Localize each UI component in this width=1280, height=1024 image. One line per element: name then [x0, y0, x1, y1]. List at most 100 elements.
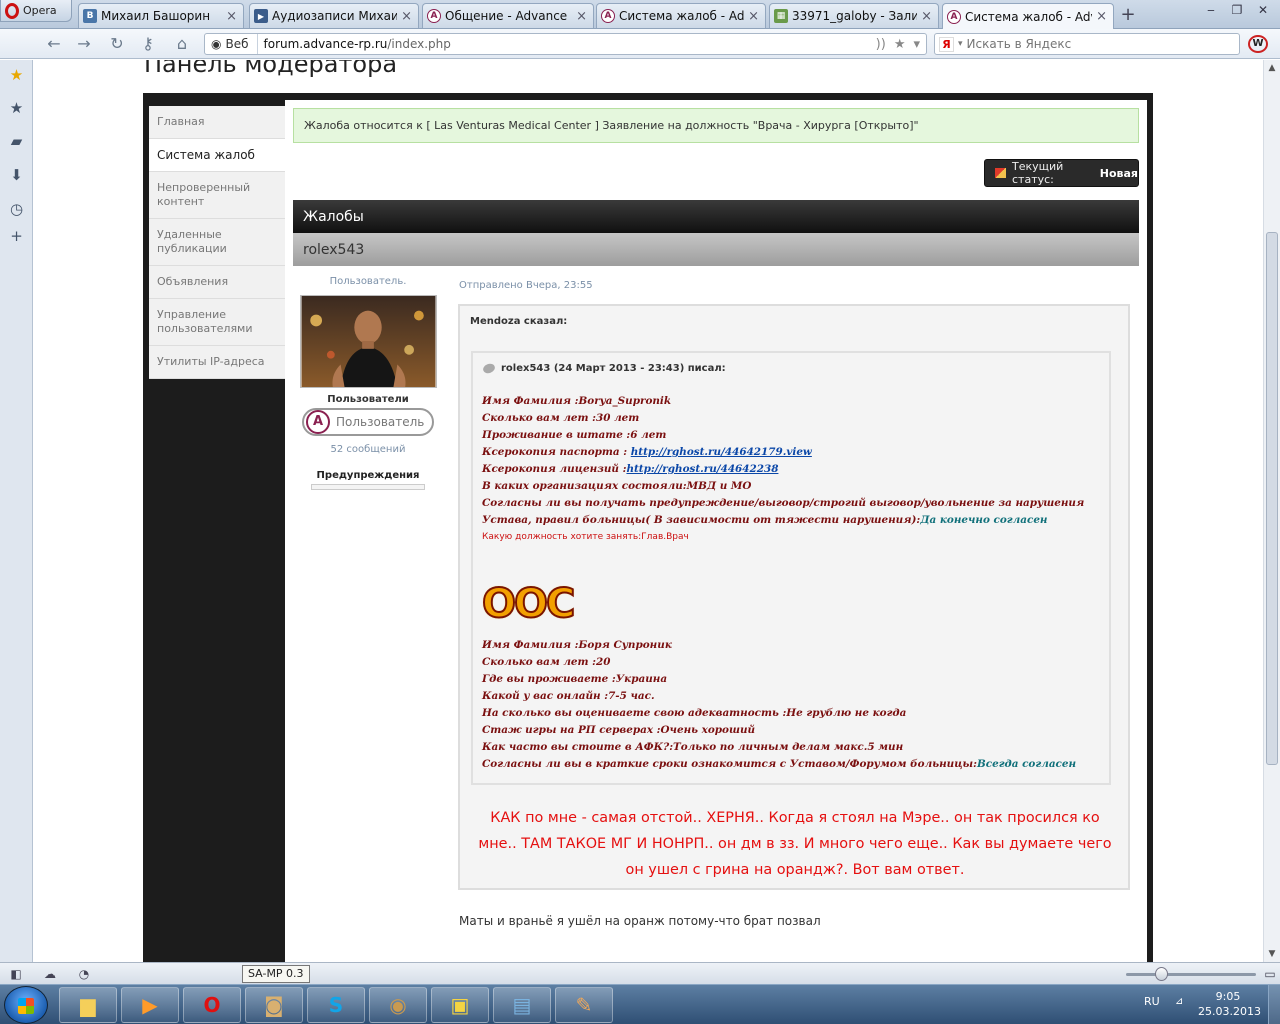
web-page: Панель модератора Главная Система жалоб … [34, 60, 1263, 962]
status-value: Новая [1099, 166, 1138, 180]
zoom-slider-track[interactable] [1126, 973, 1256, 976]
tab-complaints-active[interactable]: A Система жалоб - Adv... × [942, 3, 1114, 29]
tab-close-icon[interactable]: × [1096, 9, 1107, 24]
taskbar-game-icon[interactable]: ▣ [431, 987, 489, 1023]
tab-vk[interactable]: B Михаил Башорин × [78, 3, 244, 28]
form-line: Какую должность хотите занять:Глав.Врач [482, 532, 689, 542]
author-posts[interactable]: 52 сообщений [293, 444, 443, 455]
tab-title: Аудиозаписи Михаил... [272, 9, 397, 23]
rss-icon[interactable]: )) [876, 37, 886, 52]
clock-date: 25.03.2013 [1198, 1005, 1261, 1018]
turbo-icon[interactable]: ◔ [76, 966, 92, 982]
view-icon[interactable]: ▭ [1262, 966, 1278, 982]
downloads-icon[interactable]: ⬇ [8, 167, 25, 184]
scroll-up-icon[interactable]: ▲ [1264, 60, 1280, 76]
advance-icon: A [601, 9, 615, 23]
site-info[interactable]: ◉ Веб [205, 34, 258, 54]
menu-item-deleted[interactable]: Удаленные публикации [149, 219, 285, 266]
scroll-thumb[interactable] [1266, 232, 1278, 765]
address-bar[interactable]: ◉ Веб forum.advance-rp.ru/index.php )) ★… [204, 33, 927, 55]
form-line: Сколько вам лет :30 лет [482, 412, 640, 424]
tab-audio[interactable]: ▶ Аудиозаписи Михаил... × [249, 3, 419, 28]
add-panel-icon[interactable]: + [8, 228, 25, 245]
agree-answer: Да конечно согласен [920, 514, 1048, 526]
user-reply: Маты и враньё я ушёл на оранж потому-что… [459, 914, 821, 928]
menu-item-home[interactable]: Главная [149, 106, 285, 139]
menu-item-unchecked[interactable]: Непроверенный контент [149, 172, 285, 219]
application-form: Имя Фамилия :Borya_Supronik Сколько вам … [482, 393, 1092, 546]
menu-item-complaints[interactable]: Система жалоб [149, 139, 285, 172]
taskbar-paint-icon[interactable]: ✎ [555, 987, 613, 1023]
license-link[interactable]: http://rghost.ru/44642238 [626, 463, 778, 475]
snapback-icon[interactable] [481, 362, 497, 375]
search-input[interactable] [966, 37, 1227, 51]
minimize-icon[interactable]: ‒ [1198, 0, 1224, 20]
system-clock[interactable]: 9:05 25.03.2013 [1198, 989, 1261, 1019]
start-button[interactable] [4, 986, 48, 1024]
notes-icon[interactable]: ▰ [8, 133, 25, 150]
clock-time: 9:05 [1215, 990, 1241, 1003]
tab-complaints-1[interactable]: A Система жалоб - Adv... × [596, 3, 766, 28]
taskbar-gta-icon[interactable]: ◉ [369, 987, 427, 1023]
taskbar-explorer-icon[interactable]: ▆ [59, 987, 117, 1023]
vk-icon: B [83, 9, 97, 23]
scroll-down-icon[interactable]: ▼ [1264, 946, 1280, 962]
zoom-slider-handle[interactable] [1155, 967, 1168, 981]
search-engine-dropdown-icon[interactable]: ▾ [958, 39, 963, 49]
form-line: Согласны ли вы в краткие сроки ознакомит… [482, 756, 1092, 773]
inner-quote: rolex543 (24 Март 2013 - 23:43) писал: И… [471, 351, 1111, 785]
form-line: Стаж игры на РП серверах :Очень хороший [482, 724, 756, 736]
taskbar-skype-icon[interactable]: S [307, 987, 365, 1023]
url-text[interactable]: forum.advance-rp.ru/index.php [258, 37, 876, 51]
panel-toggle-icon[interactable]: ◧ [8, 966, 24, 982]
taskbar-media-player-icon[interactable]: ▶ [121, 987, 179, 1023]
new-tab-button[interactable]: + [1118, 6, 1138, 26]
tab-close-icon[interactable]: × [748, 9, 759, 24]
reporter-name[interactable]: rolex543 [293, 233, 1139, 266]
moderator-menu: Главная Система жалоб Непроверенный конт… [149, 106, 285, 379]
rules-question: Согласны ли вы в краткие сроки ознакомит… [482, 758, 977, 770]
key-icon[interactable]: ⚷ [138, 34, 158, 54]
opera-unite-icon[interactable]: ☁ [42, 966, 58, 982]
taskbar-samp-icon[interactable]: ◙ [245, 987, 303, 1023]
back-icon[interactable]: ← [44, 34, 64, 54]
passport-link[interactable]: http://rghost.ru/44642179.view [631, 446, 812, 458]
form-line: Имя Фамилия :Боря Супроник [482, 639, 672, 651]
bookmarks-icon[interactable]: ★ [8, 100, 25, 117]
url-path: /index.php [387, 37, 451, 51]
menu-item-users[interactable]: Управление пользователями [149, 299, 285, 346]
tab-close-icon[interactable]: × [401, 9, 412, 24]
status-button[interactable]: Текущий статус: Новая [984, 159, 1139, 187]
tab-bar: Opera B Михаил Башорин × ▶ Аудиозаписи М… [0, 0, 1280, 29]
forward-icon[interactable]: → [74, 34, 94, 54]
menu-item-announcements[interactable]: Объявления [149, 266, 285, 299]
taskbar-opera-icon[interactable]: O [183, 987, 241, 1023]
tab-close-icon[interactable]: × [576, 9, 587, 24]
history-icon[interactable]: ◷ [8, 201, 25, 218]
bookmark-star-icon[interactable]: ★ [894, 37, 906, 52]
language-indicator[interactable]: RU [1144, 995, 1160, 1008]
form-line: Сколько вам лет :20 [482, 656, 611, 668]
tab-upload[interactable]: ▦ 33971_galoby - Заливк... × [769, 3, 939, 28]
speed-dial-star-icon[interactable]: ★ [8, 67, 25, 84]
tray-expand-icon[interactable]: ⊿ [1175, 996, 1183, 1007]
vertical-scrollbar[interactable]: ▲ ▼ [1263, 60, 1280, 962]
tab-close-icon[interactable]: × [226, 9, 237, 24]
wiki-icon[interactable]: W [1248, 35, 1268, 53]
close-window-icon[interactable]: ✕ [1250, 0, 1276, 20]
taskbar-photo-viewer-icon[interactable]: ▤ [493, 987, 551, 1023]
inner-quote-header: rolex543 (24 Март 2013 - 23:43) писал: [501, 363, 726, 374]
opera-menu-button[interactable]: Opera [0, 0, 72, 22]
tab-close-icon[interactable]: × [921, 9, 932, 24]
search-box[interactable]: Я ▾ [934, 33, 1240, 55]
reload-icon[interactable]: ↻ [107, 34, 127, 54]
main-content: Жалоба относится к [ Las Venturas Medica… [285, 100, 1147, 962]
tab-forum-chat[interactable]: A Общение - Advance R... × [422, 3, 594, 28]
home-icon[interactable]: ⌂ [172, 34, 192, 54]
restore-icon[interactable]: ❐ [1224, 0, 1250, 20]
menu-item-ip-tools[interactable]: Утилиты IP-адреса [149, 346, 285, 379]
dropdown-icon[interactable]: ▾ [913, 37, 920, 52]
show-desktop-button[interactable] [1268, 985, 1280, 1024]
agree-question: Устава, правил больницы( В зависимости о… [482, 514, 921, 526]
avatar[interactable] [299, 295, 437, 388]
